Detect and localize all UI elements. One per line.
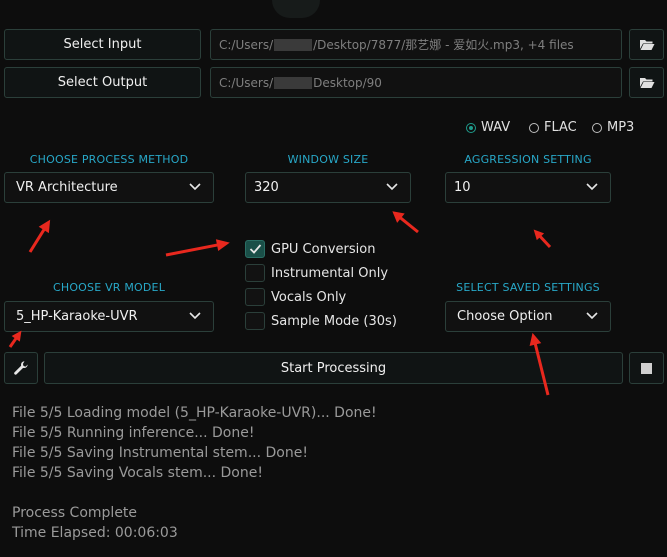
console-line: File 5/5 Running inference... Done!: [12, 425, 255, 441]
saved-settings-label: SELECT SAVED SETTINGS: [456, 281, 600, 294]
folder-open-icon: [639, 40, 654, 50]
output-path-suffix: Desktop/90: [313, 75, 382, 90]
vr-model-select[interactable]: 5_HP-Karaoke-UVR: [4, 301, 214, 332]
logo-fragment: [272, 0, 320, 18]
stop-icon: [641, 362, 652, 374]
chevron-down-icon: [386, 182, 398, 190]
checkbox-box: [245, 312, 265, 330]
console-line: Time Elapsed: 00:06:03: [12, 525, 178, 541]
checkbox-box: [245, 240, 265, 258]
vr-model-label: CHOOSE VR MODEL: [52, 281, 166, 294]
format-label: MP3: [607, 120, 635, 135]
annotation-arrow: [165, 239, 230, 257]
checkbox-label: Vocals Only: [271, 289, 347, 305]
input-path-suffix: /Desktop/7877/那艺娜 - 爱如火.mp3, +4 files: [313, 38, 574, 52]
input-path-prefix: C:/Users/: [219, 37, 274, 52]
radio-indicator: [529, 122, 539, 133]
console-line: File 5/5 Saving Vocals stem... Done!: [12, 465, 263, 481]
stop-button[interactable]: [629, 352, 664, 384]
format-radio-flac[interactable]: FLAC: [529, 120, 577, 135]
wrench-icon: [14, 361, 28, 375]
aggression-label: AGGRESSION SETTING: [464, 153, 592, 166]
chevron-down-icon: [189, 182, 201, 190]
redacted-username: [274, 76, 313, 89]
chevron-down-icon: [189, 311, 201, 319]
window-size-select[interactable]: 320: [245, 172, 411, 203]
format-label: FLAC: [544, 120, 577, 135]
output-path-prefix: C:/Users/: [219, 75, 274, 90]
format-label: WAV: [481, 120, 511, 135]
vr-model-value: 5_HP-Karaoke-UVR: [16, 309, 138, 324]
console-line: File 5/5 Saving Instrumental stem... Don…: [12, 445, 308, 461]
settings-button[interactable]: [4, 352, 38, 384]
browse-input-button[interactable]: [629, 29, 664, 60]
check-icon: [249, 244, 262, 254]
output-path-field[interactable]: C:/Users/ Desktop/90: [210, 67, 622, 98]
process-method-value: VR Architecture: [16, 180, 118, 195]
console-line: File 5/5 Loading model (5_HP-Karaoke-UVR…: [12, 405, 377, 421]
input-path-field[interactable]: C:/Users/ /Desktop/7877/那艺娜 - 爱如火.mp3, +…: [210, 29, 622, 60]
redacted-username: [274, 38, 313, 51]
start-processing-button[interactable]: Start Processing: [44, 352, 623, 384]
process-method-select[interactable]: VR Architecture: [4, 172, 214, 203]
select-output-label: Select Output: [57, 75, 148, 90]
folder-open-icon: [639, 78, 654, 88]
gpu-conversion-checkbox[interactable]: GPU Conversion: [245, 240, 375, 258]
vocals-only-checkbox[interactable]: Vocals Only: [245, 288, 346, 306]
window-size-label: WINDOW SIZE: [287, 153, 369, 166]
radio-indicator: [592, 122, 602, 133]
chevron-down-icon: [586, 311, 598, 319]
annotation-arrow: [392, 211, 419, 234]
instrumental-only-checkbox[interactable]: Instrumental Only: [245, 264, 388, 282]
saved-settings-select[interactable]: Choose Option: [445, 301, 611, 332]
checkbox-label: Sample Mode (30s): [271, 313, 397, 329]
console-line: Process Complete: [12, 505, 138, 521]
format-radio-wav[interactable]: WAV: [466, 120, 510, 135]
browse-output-button[interactable]: [629, 67, 664, 98]
select-input-label: Select Input: [63, 37, 142, 52]
aggression-value: 10: [454, 180, 471, 195]
radio-indicator: [466, 122, 476, 133]
console-output: File 5/5 Loading model (5_HP-Karaoke-UVR…: [12, 403, 652, 543]
annotation-arrow: [533, 229, 552, 249]
start-processing-label: Start Processing: [280, 360, 387, 376]
annotation-arrow: [28, 219, 51, 253]
saved-settings-value: Choose Option: [457, 309, 553, 324]
select-input-button[interactable]: Select Input: [4, 29, 201, 60]
checkbox-label: Instrumental Only: [271, 265, 389, 281]
chevron-down-icon: [586, 182, 598, 190]
process-method-label: CHOOSE PROCESS METHOD: [29, 153, 189, 166]
format-radio-mp3[interactable]: MP3: [592, 120, 634, 135]
checkbox-label: GPU Conversion: [271, 241, 376, 257]
select-output-button[interactable]: Select Output: [4, 67, 201, 98]
checkbox-box: [245, 288, 265, 306]
aggression-select[interactable]: 10: [445, 172, 611, 203]
sample-mode-checkbox[interactable]: Sample Mode (30s): [245, 312, 397, 330]
window-size-value: 320: [254, 180, 279, 195]
checkbox-box: [245, 264, 265, 282]
